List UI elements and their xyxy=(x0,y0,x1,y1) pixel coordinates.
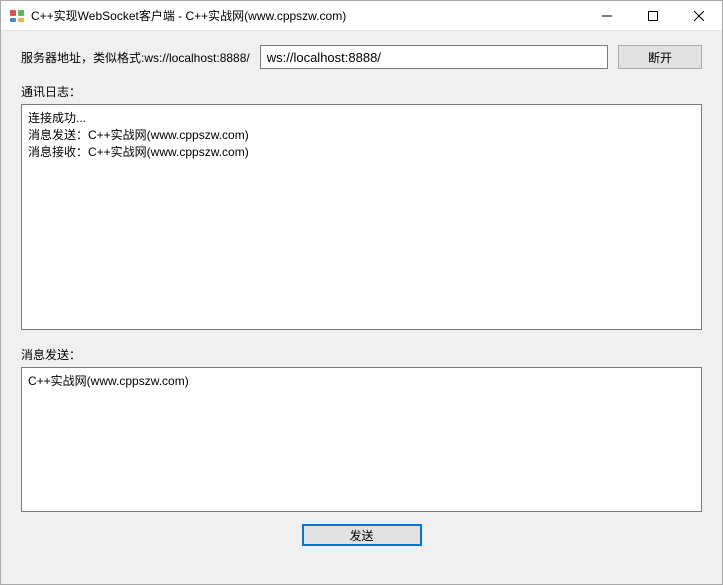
app-window: C++实现WebSocket客户端 - C++实战网(www.cppszw.co… xyxy=(0,0,723,585)
log-label: 通讯日志： xyxy=(21,83,702,100)
app-icon xyxy=(9,8,25,24)
window-title: C++实现WebSocket客户端 - C++实战网(www.cppszw.co… xyxy=(31,7,584,24)
titlebar: C++实现WebSocket客户端 - C++实战网(www.cppszw.co… xyxy=(1,1,722,31)
send-button[interactable]: 发送 xyxy=(302,524,422,546)
disconnect-button[interactable]: 断开 xyxy=(618,45,702,69)
send-button-row: 发送 xyxy=(21,524,702,546)
close-button[interactable] xyxy=(676,1,722,30)
send-textarea[interactable] xyxy=(21,367,702,512)
send-label: 消息发送： xyxy=(21,346,702,363)
log-textarea[interactable] xyxy=(21,104,702,330)
address-input[interactable] xyxy=(260,45,608,69)
minimize-button[interactable] xyxy=(584,1,630,30)
window-controls xyxy=(584,1,722,30)
maximize-button[interactable] xyxy=(630,1,676,30)
client-area: 服务器地址，类似格式:ws://localhost:8888/ 断开 通讯日志：… xyxy=(1,31,722,584)
address-label: 服务器地址，类似格式:ws://localhost:8888/ xyxy=(21,49,250,66)
address-row: 服务器地址，类似格式:ws://localhost:8888/ 断开 xyxy=(21,45,702,69)
